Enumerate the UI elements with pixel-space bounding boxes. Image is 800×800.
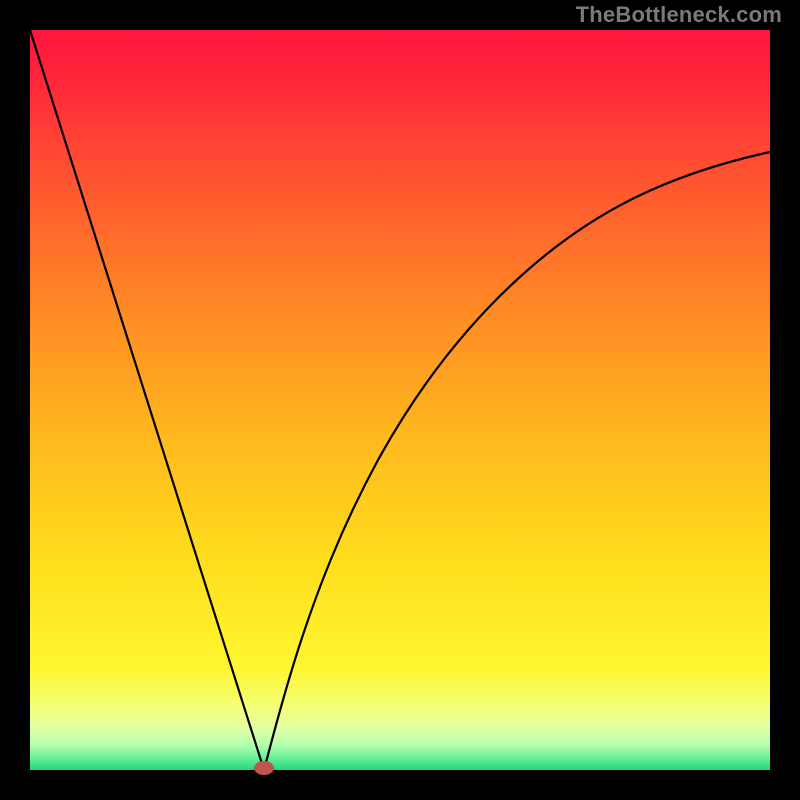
trough-marker <box>254 761 274 775</box>
bottleneck-chart <box>0 0 800 800</box>
chart-frame: TheBottleneck.com <box>0 0 800 800</box>
watermark-text: TheBottleneck.com <box>576 2 782 28</box>
plot-background <box>30 30 770 770</box>
